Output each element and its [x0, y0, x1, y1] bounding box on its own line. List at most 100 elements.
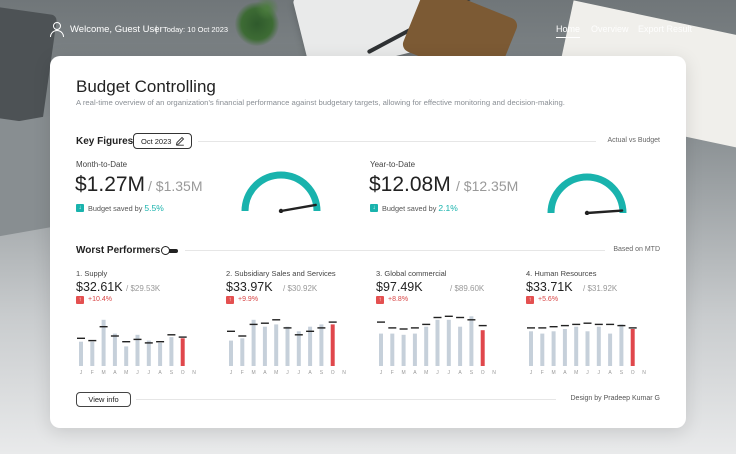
month-tick-label: J — [598, 370, 601, 376]
bar-actual — [608, 333, 613, 366]
performer-bar-chart: JFMAMJJASOND — [227, 319, 346, 376]
key-figures-label: Key Figures — [76, 136, 134, 147]
nav-overview[interactable]: Overview — [591, 24, 629, 34]
view-info-button[interactable]: View info — [76, 392, 131, 407]
worst-performers-label: Worst Performers — [76, 245, 161, 256]
bar-actual — [551, 331, 556, 366]
performer-name: 3. Global commercial — [376, 269, 446, 278]
page-title: Budget Controlling — [76, 77, 216, 96]
performer-budget: / $31.92K — [583, 284, 618, 293]
mtd-budget: / $1.35M — [148, 178, 203, 194]
bar-actual — [446, 319, 451, 366]
ytd-label: Year-to-Date — [370, 160, 416, 169]
performer-rank: 2. — [226, 269, 233, 278]
bar-actual — [424, 326, 429, 366]
arrow-down-icon: ↓ — [370, 204, 378, 212]
month-tick-label: J — [230, 370, 233, 376]
bar-actual — [112, 333, 117, 366]
performer-variance: +10.4% — [88, 296, 112, 303]
based-on-mtd-note: Based on MTD — [613, 246, 660, 253]
key-figures-divider — [198, 141, 596, 142]
bar-actual — [124, 346, 129, 366]
design-credit: Design by Pradeep Kumar G — [570, 395, 661, 402]
nav-export-result[interactable]: Export Result — [638, 24, 692, 34]
mtd-saved: Budget saved by 5.5% — [88, 203, 164, 213]
month-tick-label: J — [586, 370, 589, 376]
bar-actual — [458, 326, 463, 366]
bar-actual — [390, 333, 395, 366]
month-tick-label: M — [124, 370, 128, 376]
month-tick-label: F — [241, 370, 244, 376]
bar-current-month — [480, 330, 485, 366]
month-selector-value: Oct 2023 — [141, 137, 172, 146]
performer-budget: / $30.92K — [283, 284, 318, 293]
gauge-pivot — [584, 210, 590, 215]
arrow-up-icon: ↑ — [526, 296, 534, 304]
bar-actual — [262, 326, 267, 366]
performer-actual: $33.97K — [226, 280, 273, 294]
performer-variance: +5.6% — [538, 296, 559, 303]
arrow-up-icon: ↑ — [76, 296, 84, 304]
performer-variance: +9.9% — [238, 296, 259, 303]
month-tick-label: J — [136, 370, 139, 376]
bar-actual — [240, 338, 245, 366]
month-tick-label: J — [298, 370, 301, 376]
month-tick-label: S — [470, 370, 474, 376]
ytd-gauge — [547, 173, 627, 215]
budget-card: Budget Controlling A real-time overview … — [50, 56, 686, 428]
gauge-pivot — [278, 208, 284, 213]
worst-performers-divider — [185, 250, 605, 251]
month-tick-label: F — [391, 370, 394, 376]
performer-title: Supply — [84, 269, 108, 278]
bar-actual — [158, 342, 163, 366]
footer-divider — [136, 399, 556, 400]
bar-actual — [274, 324, 279, 366]
nav-home[interactable]: Home — [556, 24, 581, 38]
welcome-text: Welcome, Guest User — [70, 24, 163, 35]
bar-actual — [585, 331, 590, 366]
month-tick-label: J — [436, 370, 439, 376]
pencil-icon — [175, 136, 185, 146]
bar-actual — [412, 333, 417, 366]
arrow-up-icon: ↑ — [376, 296, 384, 304]
gauge-arc — [547, 173, 627, 214]
bar-actual — [319, 324, 324, 366]
month-tick-label: A — [458, 370, 462, 376]
month-tick-label: S — [170, 370, 174, 376]
month-tick-label: N — [192, 370, 196, 376]
today-date: Today: 10 Oct 2023 — [163, 25, 229, 34]
user-icon — [50, 22, 64, 37]
month-tick-label: O — [331, 370, 335, 376]
month-tick-label: J — [148, 370, 151, 376]
month-tick-label: J — [380, 370, 383, 376]
month-tick-label: M — [574, 370, 578, 376]
bar-actual — [229, 340, 233, 366]
top-bar: Welcome, Guest User | Today: 10 Oct 2023… — [0, 0, 736, 56]
performer-title: Subsidiary Sales and Services — [234, 269, 336, 278]
worst-performers-toggle[interactable] — [161, 246, 179, 255]
bar-current-month — [630, 329, 635, 366]
month-tick-label: M — [424, 370, 428, 376]
performer-actual: $97.49K — [376, 280, 423, 294]
bar-actual — [401, 334, 406, 366]
bar-actual — [574, 326, 579, 366]
month-tick-label: A — [308, 370, 312, 376]
mtd-actual: $1.27M — [75, 173, 146, 196]
ytd-saved-text: Budget saved by — [382, 204, 437, 213]
mtd-saved-text: Budget saved by — [88, 204, 143, 213]
month-tick-label: A — [563, 370, 567, 376]
month-tick-label: A — [113, 370, 117, 376]
ytd-saved-pct: 2.1% — [438, 203, 458, 213]
month-selector[interactable]: Oct 2023 — [133, 133, 192, 149]
performer-actual: $32.61K — [76, 280, 123, 294]
bar-actual — [308, 326, 313, 366]
mtd-label: Month-to-Date — [76, 160, 128, 169]
bar-current-month — [330, 324, 335, 366]
arrow-down-icon: ↓ — [76, 204, 84, 212]
performer-rank: 3. — [376, 269, 383, 278]
performer-name: 4. Human Resources — [526, 269, 596, 278]
bar-actual — [435, 319, 440, 366]
month-tick-label: N — [492, 370, 496, 376]
month-tick-label: O — [631, 370, 635, 376]
arrow-up-icon: ↑ — [226, 296, 234, 304]
